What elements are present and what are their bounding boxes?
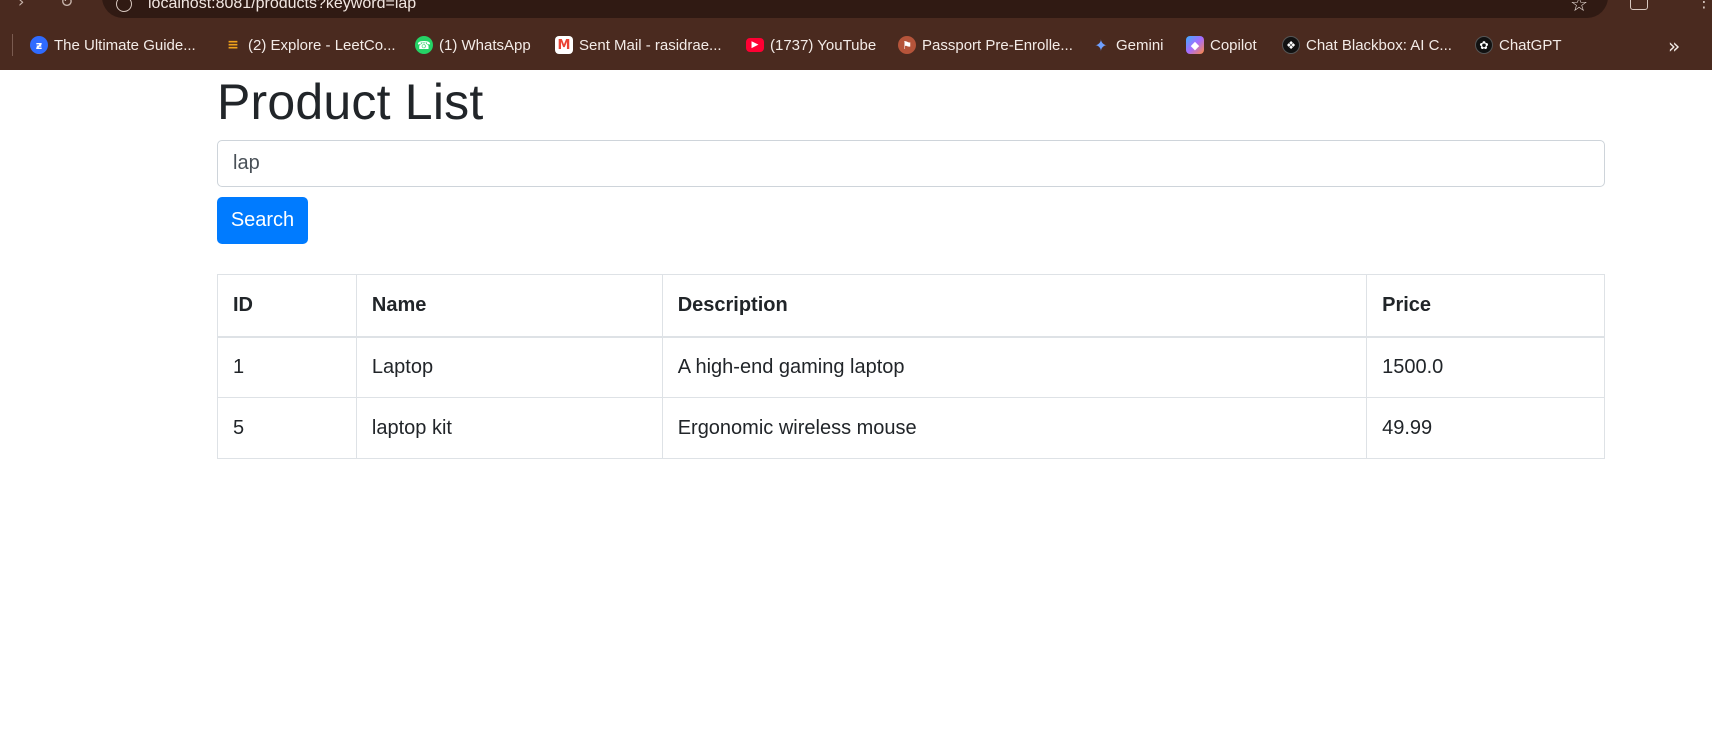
search-input[interactable] xyxy=(217,140,1605,187)
back-icon[interactable]: › xyxy=(18,0,24,11)
leetcode-favicon-icon: ≡ xyxy=(227,37,239,53)
column-header-id: ID xyxy=(217,274,357,338)
products-table: ID Name Description Price 1 Laptop A hig… xyxy=(217,274,1605,459)
extensions-icon[interactable] xyxy=(1630,0,1648,10)
bookmark-label: The Ultimate Guide... xyxy=(54,36,196,54)
kotlin-favicon-icon: ƶ xyxy=(30,36,48,54)
column-header-price: Price xyxy=(1366,274,1605,338)
table-row: 1 Laptop A high-end gaming laptop 1500.0 xyxy=(217,336,1605,398)
bookmark-blackbox[interactable]: ❖ Chat Blackbox: AI C... xyxy=(1282,32,1452,58)
bookmark-label: Chat Blackbox: AI C... xyxy=(1306,36,1452,54)
blackbox-favicon-icon: ❖ xyxy=(1282,36,1300,54)
bookmarks-divider xyxy=(12,34,13,56)
bookmark-youtube[interactable]: ▶ (1737) YouTube xyxy=(746,32,876,58)
bookmark-copilot[interactable]: ◆ Copilot xyxy=(1186,32,1257,58)
bookmark-label: ChatGPT xyxy=(1499,36,1562,54)
chatgpt-favicon-icon: ✿ xyxy=(1475,36,1493,54)
bookmark-label: (1737) YouTube xyxy=(770,36,877,54)
site-info-icon[interactable] xyxy=(116,0,132,12)
passport-favicon-icon: ⚑ xyxy=(898,36,916,54)
cell-name: Laptop xyxy=(355,336,663,398)
browser-menu-icon[interactable]: ⋮ xyxy=(1696,0,1712,12)
bookmark-passport[interactable]: ⚑ Passport Pre-Enrolle... xyxy=(898,32,1073,58)
youtube-favicon-icon: ▶ xyxy=(746,38,764,52)
bookmark-gemini[interactable]: ✦ Gemini xyxy=(1092,32,1164,58)
browser-chrome: › ↻ localhost:8081/products?keyword=lap … xyxy=(0,0,1712,70)
cell-name: laptop kit xyxy=(355,397,663,459)
gmail-favicon-icon: M xyxy=(555,36,573,54)
bookmark-star-icon[interactable]: ☆ xyxy=(1570,0,1588,16)
gemini-favicon-icon: ✦ xyxy=(1094,35,1108,55)
search-button[interactable]: Search xyxy=(217,197,308,244)
page-container: Product List Search ID Name Description … xyxy=(217,70,1605,459)
address-bar-url[interactable]: localhost:8081/products?keyword=lap xyxy=(148,0,416,12)
bookmark-label: Passport Pre-Enrolle... xyxy=(922,36,1073,54)
column-header-name: Name xyxy=(355,274,663,338)
reload-icon[interactable]: ↻ xyxy=(60,0,73,11)
more-bookmarks-icon[interactable]: » xyxy=(1668,34,1680,58)
copilot-favicon-icon: ◆ xyxy=(1186,36,1204,54)
bookmark-label: (1) WhatsApp xyxy=(439,36,531,54)
table-header-row: ID Name Description Price xyxy=(217,274,1605,338)
whatsapp-favicon-icon: ☎ xyxy=(415,36,433,54)
cell-id: 5 xyxy=(217,397,357,459)
browser-toolbar: › ↻ localhost:8081/products?keyword=lap … xyxy=(0,0,1712,18)
bookmark-label: Sent Mail - rasidrae... xyxy=(579,36,722,54)
cell-price: 49.99 xyxy=(1366,397,1605,459)
bookmark-leetcode[interactable]: ≡ (2) Explore - LeetCo... xyxy=(224,32,396,58)
cell-description: A high-end gaming laptop xyxy=(661,336,1368,398)
cell-price: 1500.0 xyxy=(1366,336,1605,398)
table-row: 5 laptop kit Ergonomic wireless mouse 49… xyxy=(217,397,1605,459)
cell-id: 1 xyxy=(217,336,357,398)
column-header-description: Description xyxy=(661,274,1368,338)
page-title: Product List xyxy=(217,74,484,130)
bookmark-kotlin-guide[interactable]: ƶ The Ultimate Guide... xyxy=(30,32,196,58)
bookmarks-bar: ƶ The Ultimate Guide... ≡ (2) Explore - … xyxy=(0,26,1712,64)
bookmark-label: Gemini xyxy=(1116,36,1164,54)
bookmark-label: Copilot xyxy=(1210,36,1257,54)
cell-description: Ergonomic wireless mouse xyxy=(661,397,1368,459)
bookmark-whatsapp[interactable]: ☎ (1) WhatsApp xyxy=(415,32,531,58)
bookmark-label: (2) Explore - LeetCo... xyxy=(248,36,396,54)
bookmark-gmail[interactable]: M Sent Mail - rasidrae... xyxy=(555,32,722,58)
bookmark-chatgpt[interactable]: ✿ ChatGPT xyxy=(1475,32,1562,58)
address-bar[interactable]: localhost:8081/products?keyword=lap ☆ xyxy=(102,0,1608,18)
